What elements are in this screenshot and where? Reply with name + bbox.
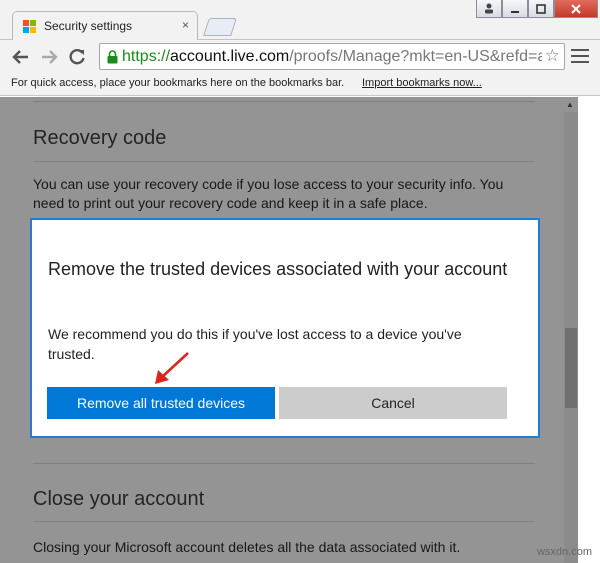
tab-security-settings[interactable]: Security settings × xyxy=(12,11,198,42)
browser-titlebar: Security settings × xyxy=(0,0,600,42)
import-bookmarks-link[interactable]: Import bookmarks now... xyxy=(362,77,482,89)
cancel-button[interactable]: Cancel xyxy=(279,387,507,419)
red-arrow-icon xyxy=(155,352,189,384)
forward-arrow-icon[interactable] xyxy=(38,46,60,68)
bookmarks-bar: For quick access, place your bookmarks h… xyxy=(0,72,600,96)
address-bar[interactable]: https://account.live.com/proofs/Manage?m… xyxy=(99,43,565,70)
new-tab-button[interactable] xyxy=(203,18,237,36)
close-icon[interactable]: × xyxy=(182,18,189,32)
maximize-icon[interactable] xyxy=(528,0,554,18)
bookmarks-hint: For quick access, place your bookmarks h… xyxy=(11,77,345,89)
dialog-title: Remove the trusted devices associated wi… xyxy=(48,259,508,279)
user-icon[interactable] xyxy=(476,0,502,18)
dialog-body: We recommend you do this if you've lost … xyxy=(48,326,462,362)
windows-logo-icon xyxy=(23,20,37,34)
url-text: https://account.live.com/proofs/Manage?m… xyxy=(122,48,554,66)
lock-icon xyxy=(107,50,118,69)
back-arrow-icon[interactable] xyxy=(10,46,32,68)
window-close-icon[interactable] xyxy=(554,0,598,18)
url-host: account.live.com xyxy=(170,48,290,65)
remove-trusted-devices-dialog: Remove the trusted devices associated wi… xyxy=(30,218,540,438)
star-icon[interactable]: ☆ xyxy=(541,46,560,66)
remove-all-trusted-devices-button[interactable]: Remove all trusted devices xyxy=(47,387,275,419)
window-controls xyxy=(476,0,598,18)
url-scheme: https:// xyxy=(122,48,171,65)
url-path: /proofs/Manage?mkt=en-US&refd=ac xyxy=(289,48,555,65)
tab-title: Security settings xyxy=(44,19,133,33)
watermark: wsxdn.com xyxy=(536,546,592,558)
menu-icon[interactable] xyxy=(571,49,589,65)
minimize-icon[interactable] xyxy=(502,0,528,18)
reload-icon[interactable] xyxy=(66,46,88,68)
